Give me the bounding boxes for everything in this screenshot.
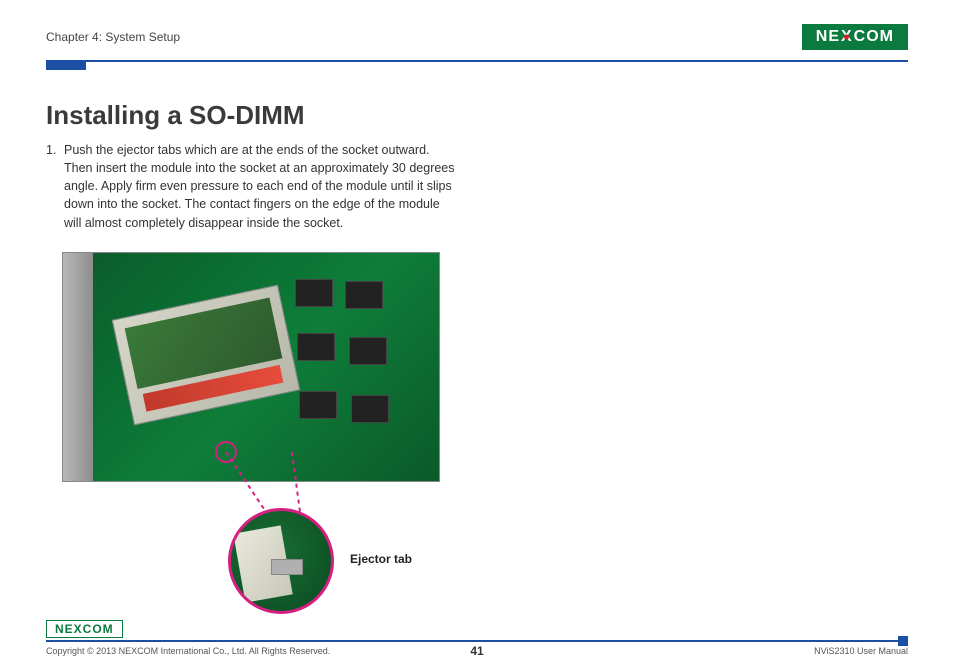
content-area: Installing a SO-DIMM 1. Push the ejector… xyxy=(46,62,908,482)
step-number: 1. xyxy=(46,141,58,232)
sodimm-module xyxy=(112,284,301,425)
document-title: NViS2310 User Manual xyxy=(814,646,908,656)
footer-row: Copyright © 2013 NEXCOM International Co… xyxy=(46,646,908,656)
module-sticker xyxy=(143,365,284,412)
header-divider xyxy=(46,60,908,62)
motherboard-photo xyxy=(62,252,440,482)
section-heading: Installing a SO-DIMM xyxy=(46,100,908,131)
page-number: 41 xyxy=(470,644,483,658)
figure-block: Ejector tab xyxy=(46,252,446,482)
ejector-tab-zoom xyxy=(228,508,334,614)
footer-logo: NEXCOM xyxy=(46,620,123,638)
page-footer: NEXCOM Copyright © 2013 NEXCOM Internati… xyxy=(46,620,908,656)
copyright-text: Copyright © 2013 NEXCOM International Co… xyxy=(46,646,330,656)
chapter-label: Chapter 4: System Setup xyxy=(46,30,180,44)
instruction-step: 1. Push the ejector tabs which are at th… xyxy=(46,141,456,232)
page-header: Chapter 4: System Setup NEXCOM xyxy=(46,20,908,54)
nexcom-logo: NEXCOM xyxy=(802,24,908,50)
step-text: Push the ejector tabs which are at the e… xyxy=(64,141,456,232)
board-chips xyxy=(289,273,409,453)
footer-divider xyxy=(46,640,908,642)
ejector-tab-label: Ejector tab xyxy=(350,552,412,566)
manual-page: Chapter 4: System Setup NEXCOM Installin… xyxy=(0,0,954,672)
